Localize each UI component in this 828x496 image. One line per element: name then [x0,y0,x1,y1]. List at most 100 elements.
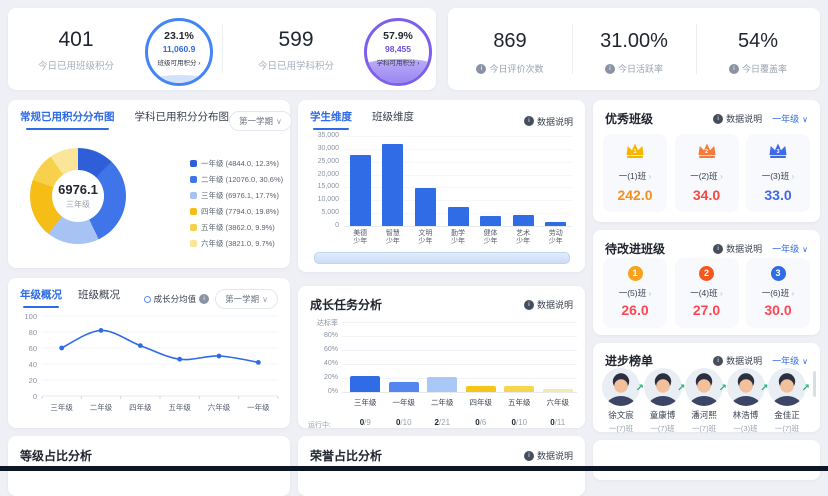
class-score: 34.0 [675,187,739,203]
avatar-svg [768,368,806,406]
info-icon[interactable]: i [476,64,486,74]
bar [480,216,501,226]
student-item[interactable]: ↗童康博一(7)班 [643,368,683,434]
semester-filter[interactable]: 第一学期∨ [215,289,278,309]
info-icon[interactable]: i [605,64,615,74]
avatar: ↗ [602,368,640,406]
bar [545,222,566,226]
class-name: 一(6)班 › [746,287,810,299]
rank-badge-icon: 1 [628,266,643,281]
metric-label: 今日活跃率 [618,62,663,75]
crown-icon: 2 [696,142,718,160]
tab-regular-points[interactable]: 常规已用积分分布图 [20,109,115,133]
data-note[interactable]: i数据说明 [713,354,762,367]
vertical-scrollbar[interactable] [813,371,816,397]
data-point [217,354,222,359]
semester-filter[interactable]: 第一学期∨ [229,111,292,131]
chevron-down-icon: ∨ [262,295,268,304]
info-icon: i [713,356,723,366]
class-name-text: 一(1)班 [619,171,646,181]
card-title: 荣誉占比分析 [310,447,382,464]
info-icon: i [524,116,534,126]
gridline [342,364,577,365]
line-series [62,330,259,362]
gauge-amount: 98,455 [367,44,429,54]
info-icon[interactable]: i [729,64,739,74]
grade-filter[interactable]: 一年级∨ [772,354,808,367]
growth-bar-chart: 达标率80%60%40%20%0%运行中:三年级0/9一年级0/10二年级2/2… [306,314,577,422]
info-icon: i [713,114,723,124]
data-point [256,360,261,365]
data-note[interactable]: i数据说明 [524,449,573,462]
rank-number: 2 [696,149,718,155]
progress-list-card: 进步榜单 i数据说明 一年级∨ ↗徐文宸一(7)班 ↗童康博一(7)班 [593,343,820,432]
excellent-classes-card: 优秀班级 i数据说明 一年级∨ 1一(1)班 ›242.02一(2)班 ›34.… [593,100,820,222]
gridline [344,162,572,163]
student-bar-chart: 05,00010,00015,00020,00025,00030,00035,0… [306,132,577,244]
data-note[interactable]: i数据说明 [524,115,573,128]
data-point [177,357,182,362]
grade-filter[interactable]: 一年级∨ [772,242,808,255]
y-tick-label: 20,000 [306,171,339,178]
student-item[interactable]: ↗金佳正一(7)班 [767,368,807,434]
y-tick-label: 40% [306,360,338,367]
student-item[interactable]: ↗潘河熙一(7)班 [684,368,724,434]
class-name: 一(3)班 › [746,170,810,182]
y-tick-label: 20 [29,376,37,385]
points-summary-card: 401 今日已用班级积分 23.1% 11,060.9 班级可用积分 › 599… [8,8,436,90]
excellent-class-card[interactable]: 2一(2)班 ›34.0 [675,134,739,212]
excellent-class-card[interactable]: 1一(1)班 ›242.0 [603,134,667,212]
avatar: ↗ [768,368,806,406]
class-score: 30.0 [746,302,810,318]
class-name-text: 一(4)班 [690,288,717,298]
legend-label: 三年级 (6976.1, 17.7%) [201,190,279,201]
student-item[interactable]: ↗林浩博一(3)班 [726,368,766,434]
y-tick-label: 30,000 [306,145,339,152]
crown-icon: 1 [624,142,646,160]
donut-legend: 一年级 (4844.0, 12.3%)二年级 (12076.0, 30.6%)三… [190,158,283,254]
student-item[interactable]: ↗徐文宸一(7)班 [601,368,641,434]
subject-available-gauge[interactable]: 57.9% 98,455 学科可用积分 › [364,18,432,86]
data-note[interactable]: i数据说明 [713,242,762,255]
running-value: 0/6 [462,418,501,427]
chevron-right-icon: › [720,171,723,181]
y-tick-label: 60% [306,346,338,353]
improve-class-card[interactable]: 2一(4)班 ›27.0 [675,258,739,328]
grade-filter[interactable]: 一年级∨ [772,112,808,125]
info-icon: i [524,451,534,461]
chevron-right-icon: › [648,288,651,298]
x-tick-label: 五年级 [168,402,191,412]
info-icon[interactable]: i [199,294,209,304]
gridline [344,226,572,227]
legend-label: 四年级 (7794.0, 19.8%) [201,206,279,217]
legend-swatch-icon [190,160,197,167]
tab-subject-points[interactable]: 学科已用积分分布图 [135,109,230,133]
tab-class-dimension[interactable]: 班级维度 [372,109,414,133]
running-value: 0/10 [500,418,539,427]
gauge-caption: 学科可用积分 › [367,57,429,67]
data-note[interactable]: i数据说明 [713,112,762,125]
excellent-class-card[interactable]: 3一(3)班 ›33.0 [746,134,810,212]
avatar-svg [602,368,640,406]
card-title: 等级占比分析 [20,447,92,464]
improve-class-card[interactable]: 1一(5)班 ›26.0 [603,258,667,328]
avatar: ↗ [644,368,682,406]
gridline [342,392,577,393]
horizontal-scrollbar[interactable] [314,252,570,264]
metric-evaluations: 869 i今日评价次数 [448,30,572,75]
grade-overview-card: 年级概况 班级概况 成长分均值 i 第一学期∨ 020406080100三年级二… [8,278,290,428]
running-total: /6 [480,418,487,427]
donut-center: 6976.1 三年级 [52,170,104,222]
metric-active-rate: 31.00% i今日活跃率 [572,30,696,75]
student-dimension-card: 学生维度 班级维度 i数据说明 05,00010,00015,00020,000… [298,100,585,272]
tab-student-dimension[interactable]: 学生维度 [310,109,352,133]
data-note[interactable]: i数据说明 [524,298,573,311]
gridline [344,175,572,176]
x-tick-label: 六年级 [208,402,231,412]
improve-class-card[interactable]: 3一(6)班 ›30.0 [746,258,810,328]
avatar-svg [685,368,723,406]
bar [427,377,457,392]
class-available-gauge[interactable]: 23.1% 11,060.9 班级可用积分 › [145,18,213,86]
running-value: 2/21 [423,418,462,427]
gauge-wave [145,75,213,86]
